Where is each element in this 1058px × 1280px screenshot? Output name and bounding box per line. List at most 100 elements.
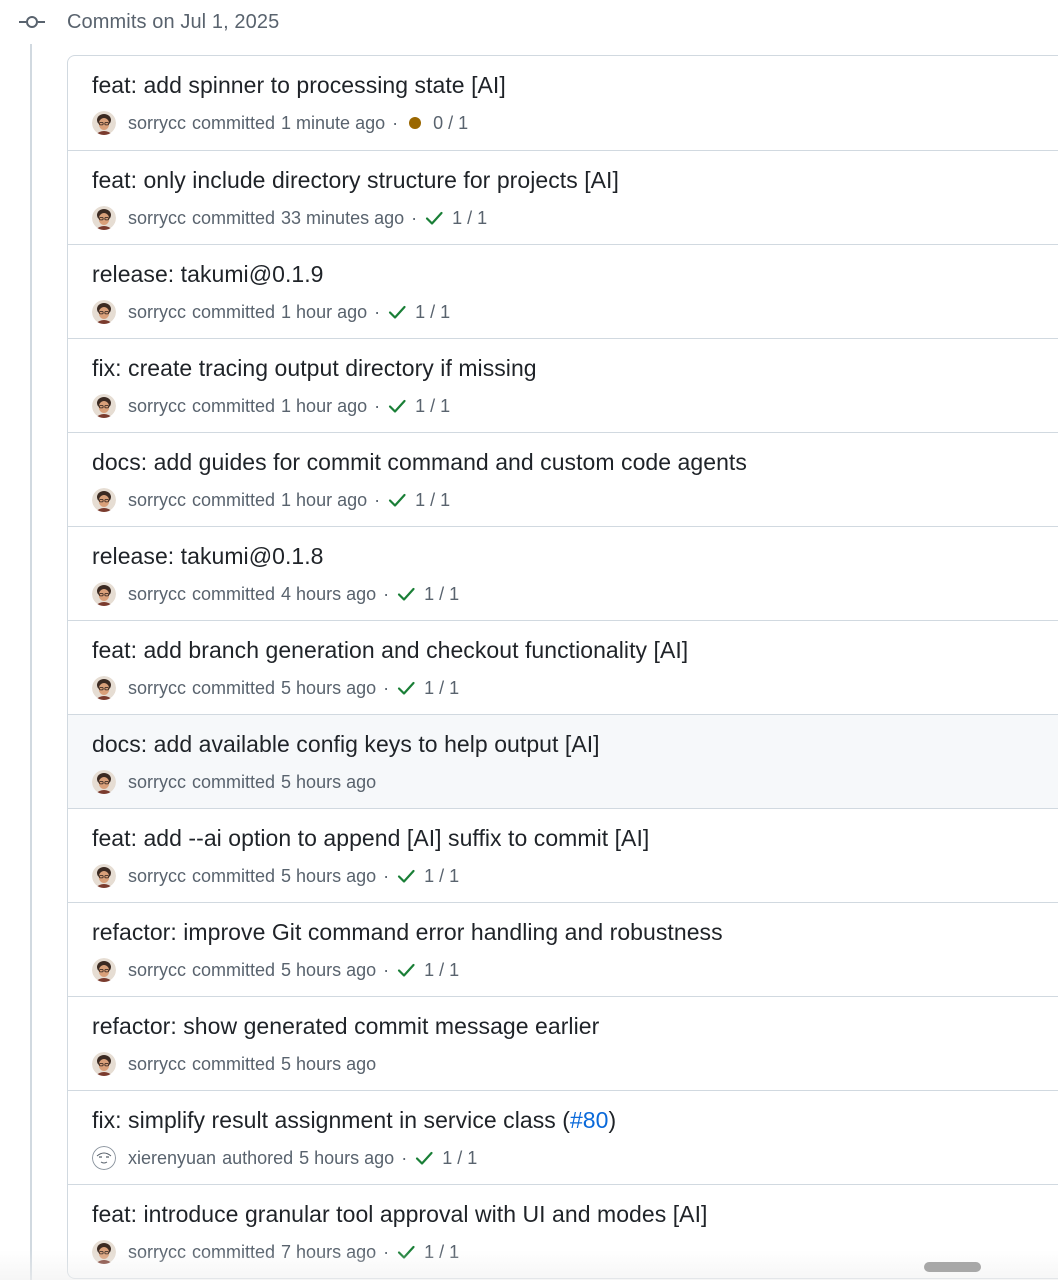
commit-row[interactable]: docs: add available config keys to help … — [68, 714, 1058, 808]
avatar[interactable] — [92, 864, 116, 888]
commit-title[interactable]: docs: add available config keys to help … — [92, 731, 600, 758]
commit-author-link[interactable]: sorrycc — [128, 302, 186, 323]
commit-author-link[interactable]: sorrycc — [128, 584, 186, 605]
scrollbar-thumb[interactable] — [924, 1262, 981, 1272]
commit-row[interactable]: fix: simplify result assignment in servi… — [68, 1090, 1058, 1184]
avatar[interactable] — [92, 1240, 116, 1264]
commit-time: 4 hours ago — [281, 583, 377, 604]
commit-title-text[interactable]: fix: simplify result assignment in servi… — [92, 1107, 570, 1133]
commit-meta: sorrycc committed 1 hour ago · 1 / 1 — [92, 393, 450, 419]
commit-title[interactable]: refactor: improve Git command error hand… — [92, 919, 723, 946]
checks-count[interactable]: 1 / 1 — [424, 678, 459, 699]
commit-row[interactable]: release: takumi@0.1.8 sorrycc committed 4 h… — [68, 526, 1058, 620]
commit-row[interactable]: feat: only include directory structure f… — [68, 150, 1058, 244]
commit-title-text[interactable]: feat: only include directory structure f… — [92, 167, 619, 193]
check-icon[interactable] — [396, 960, 416, 980]
commit-row[interactable]: fix: create tracing output directory if … — [68, 338, 1058, 432]
checks-count[interactable]: 1 / 1 — [415, 490, 450, 511]
commit-author-link[interactable]: sorrycc — [128, 1242, 186, 1263]
avatar[interactable] — [92, 111, 116, 135]
avatar[interactable] — [92, 488, 116, 512]
commit-meta: sorrycc committed 5 hours ago · 1 / 1 — [92, 957, 459, 983]
commit-author-link[interactable]: sorrycc — [128, 396, 186, 417]
commit-list: feat: add spinner to processing state [A… — [67, 55, 1058, 1279]
commit-title-text[interactable]: refactor: show generated commit message … — [92, 1013, 599, 1039]
commit-title[interactable]: feat: add --ai option to append [AI] suf… — [92, 825, 649, 852]
commit-author-link[interactable]: sorrycc — [128, 772, 186, 793]
checks-count[interactable]: 1 / 1 — [424, 960, 459, 981]
commit-author-link[interactable]: sorrycc — [128, 208, 186, 229]
commit-title[interactable]: feat: add branch generation and checkout… — [92, 637, 688, 664]
commit-author-link[interactable]: sorrycc — [128, 113, 186, 134]
check-icon[interactable] — [387, 396, 407, 416]
avatar[interactable] — [92, 300, 116, 324]
meta-separator: · — [411, 207, 418, 228]
commit-row[interactable]: feat: introduce granular tool approval w… — [68, 1184, 1058, 1278]
avatar[interactable] — [92, 1146, 116, 1170]
checks-count[interactable]: 1 / 1 — [415, 396, 450, 417]
commit-title-text[interactable]: feat: add spinner to processing state [A… — [92, 72, 506, 98]
avatar[interactable] — [92, 206, 116, 230]
commit-title[interactable]: release: takumi@0.1.8 — [92, 543, 324, 570]
checks-count[interactable]: 0 / 1 — [433, 113, 468, 134]
avatar[interactable] — [92, 958, 116, 982]
commit-title[interactable]: feat: only include directory structure f… — [92, 167, 619, 194]
commit-author-link[interactable]: sorrycc — [128, 490, 186, 511]
checks-count[interactable]: 1 / 1 — [424, 866, 459, 887]
commit-meta: sorrycc committed 4 hours ago · 1 / 1 — [92, 581, 459, 607]
check-icon[interactable] — [396, 584, 416, 604]
commit-title-text[interactable]: fix: create tracing output directory if … — [92, 355, 537, 381]
commit-author-link[interactable]: sorrycc — [128, 1054, 186, 1075]
check-icon[interactable] — [387, 302, 407, 322]
commit-row[interactable]: release: takumi@0.1.9 sorrycc committed 1 h… — [68, 244, 1058, 338]
commit-author-link[interactable]: sorrycc — [128, 960, 186, 981]
commit-title-text[interactable]: refactor: improve Git command error hand… — [92, 919, 723, 945]
commit-author-link[interactable]: xierenyuan — [128, 1148, 216, 1169]
check-icon[interactable] — [414, 1148, 434, 1168]
commit-title[interactable]: release: takumi@0.1.9 — [92, 261, 324, 288]
commit-title[interactable]: fix: simplify result assignment in servi… — [92, 1107, 616, 1134]
check-icon[interactable] — [396, 678, 416, 698]
commit-author-link[interactable]: sorrycc — [128, 678, 186, 699]
commit-title-text[interactable]: feat: add --ai option to append [AI] suf… — [92, 825, 649, 851]
check-icon[interactable] — [387, 490, 407, 510]
avatar[interactable] — [92, 676, 116, 700]
check-icon[interactable] — [424, 208, 444, 228]
checks-count[interactable]: 1 / 1 — [442, 1148, 477, 1169]
commit-title[interactable]: feat: add spinner to processing state [A… — [92, 72, 506, 99]
commit-title[interactable]: feat: introduce granular tool approval w… — [92, 1201, 707, 1228]
checks-count[interactable]: 1 / 1 — [415, 302, 450, 323]
checks-count[interactable]: 1 / 1 — [424, 584, 459, 605]
commit-row[interactable]: feat: add spinner to processing state [A… — [68, 56, 1058, 150]
avatar[interactable] — [92, 394, 116, 418]
avatar[interactable] — [92, 1052, 116, 1076]
avatar[interactable] — [92, 582, 116, 606]
pending-dot-icon[interactable] — [405, 113, 425, 133]
check-icon[interactable] — [396, 1242, 416, 1262]
avatar[interactable] — [92, 770, 116, 794]
pull-request-link[interactable]: #80 — [570, 1107, 609, 1133]
commit-title-text[interactable]: release: takumi@0.1.9 — [92, 261, 324, 287]
commit-title-suffix[interactable]: ) — [609, 1107, 617, 1133]
commit-title-text[interactable]: docs: add available config keys to help … — [92, 731, 600, 757]
commit-meta: sorrycc committed 1 hour ago · 1 / 1 — [92, 487, 450, 513]
commit-title-text[interactable]: feat: introduce granular tool approval w… — [92, 1201, 707, 1227]
commit-title-text[interactable]: docs: add guides for commit command and … — [92, 449, 747, 475]
commit-verb: committed — [192, 677, 276, 698]
commit-title[interactable]: fix: create tracing output directory if … — [92, 355, 537, 382]
commit-title[interactable]: docs: add guides for commit command and … — [92, 449, 747, 476]
commit-row[interactable]: docs: add guides for commit command and … — [68, 432, 1058, 526]
commit-title[interactable]: refactor: show generated commit message … — [92, 1013, 599, 1040]
commit-time: 1 minute ago — [281, 112, 386, 133]
commit-row[interactable]: refactor: show generated commit message … — [68, 996, 1058, 1090]
checks-count[interactable]: 1 / 1 — [452, 208, 487, 229]
commit-title-text[interactable]: feat: add branch generation and checkout… — [92, 637, 688, 663]
commit-title-text[interactable]: release: takumi@0.1.8 — [92, 543, 324, 569]
commit-row[interactable]: refactor: improve Git command error hand… — [68, 902, 1058, 996]
checks-count[interactable]: 1 / 1 — [424, 1242, 459, 1263]
check-icon[interactable] — [396, 866, 416, 886]
commit-row[interactable]: feat: add branch generation and checkout… — [68, 620, 1058, 714]
commit-author-link[interactable]: sorrycc — [128, 866, 186, 887]
commit-row[interactable]: feat: add --ai option to append [AI] suf… — [68, 808, 1058, 902]
commit-time: 1 hour ago — [281, 301, 368, 322]
